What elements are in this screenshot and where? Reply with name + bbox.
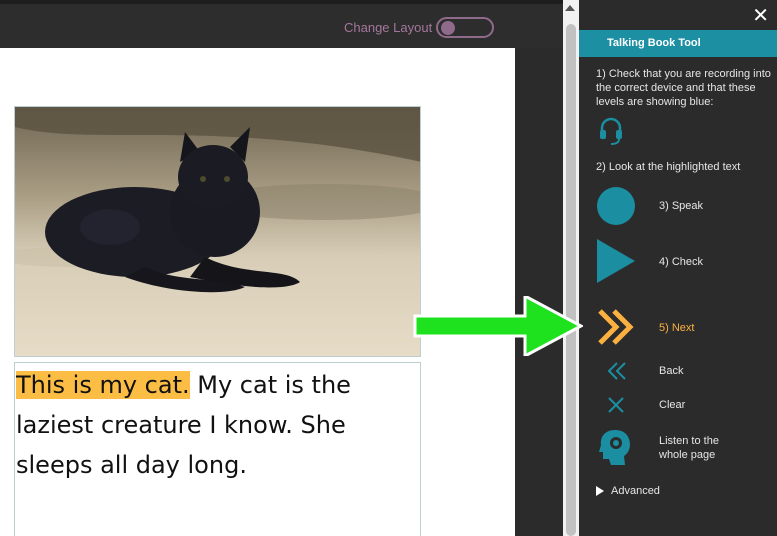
next-label: 5) Next xyxy=(659,322,695,334)
cat-photo xyxy=(15,107,420,356)
step2-instructions: 2) Look at the highlighted text xyxy=(596,161,741,173)
panel-title: Talking Book Tool xyxy=(579,30,777,57)
double-chevron-left-icon[interactable] xyxy=(606,361,628,381)
caret-right-icon[interactable] xyxy=(596,486,604,496)
listen-label-line1: Listen to the xyxy=(659,435,719,447)
speak-label: 3) Speak xyxy=(659,200,704,212)
clear-label: Clear xyxy=(659,399,686,411)
scrollbar-thumb[interactable] xyxy=(566,24,576,536)
scroll-up-arrow[interactable] xyxy=(565,5,575,11)
cat-picture[interactable] xyxy=(14,106,421,357)
highlighted-sentence[interactable]: This is my cat. xyxy=(16,371,190,399)
x-icon[interactable] xyxy=(607,396,625,414)
advanced-label[interactable]: Advanced xyxy=(611,485,660,497)
play-triangle-icon[interactable] xyxy=(597,239,635,283)
page-text-box[interactable]: This is my cat. My cat is the laziest cr… xyxy=(14,362,421,536)
step1-instructions: 1) Check that you are recording into the… xyxy=(596,68,771,108)
change-layout-toggle[interactable] xyxy=(436,17,494,38)
check-label: 4) Check xyxy=(659,256,704,268)
callout-arrow xyxy=(413,296,583,356)
listen-label-line2: whole page xyxy=(659,449,716,461)
change-layout-label[interactable]: Change Layout xyxy=(344,20,432,35)
close-icon[interactable]: ✕ xyxy=(752,3,769,27)
head-speaker-icon[interactable] xyxy=(599,428,633,466)
double-chevron-right-icon[interactable] xyxy=(596,307,636,347)
toggle-knob xyxy=(441,21,455,35)
record-circle-icon[interactable] xyxy=(597,187,635,225)
top-strip xyxy=(0,0,563,4)
back-label: Back xyxy=(659,365,684,377)
headset-icon xyxy=(600,117,622,145)
